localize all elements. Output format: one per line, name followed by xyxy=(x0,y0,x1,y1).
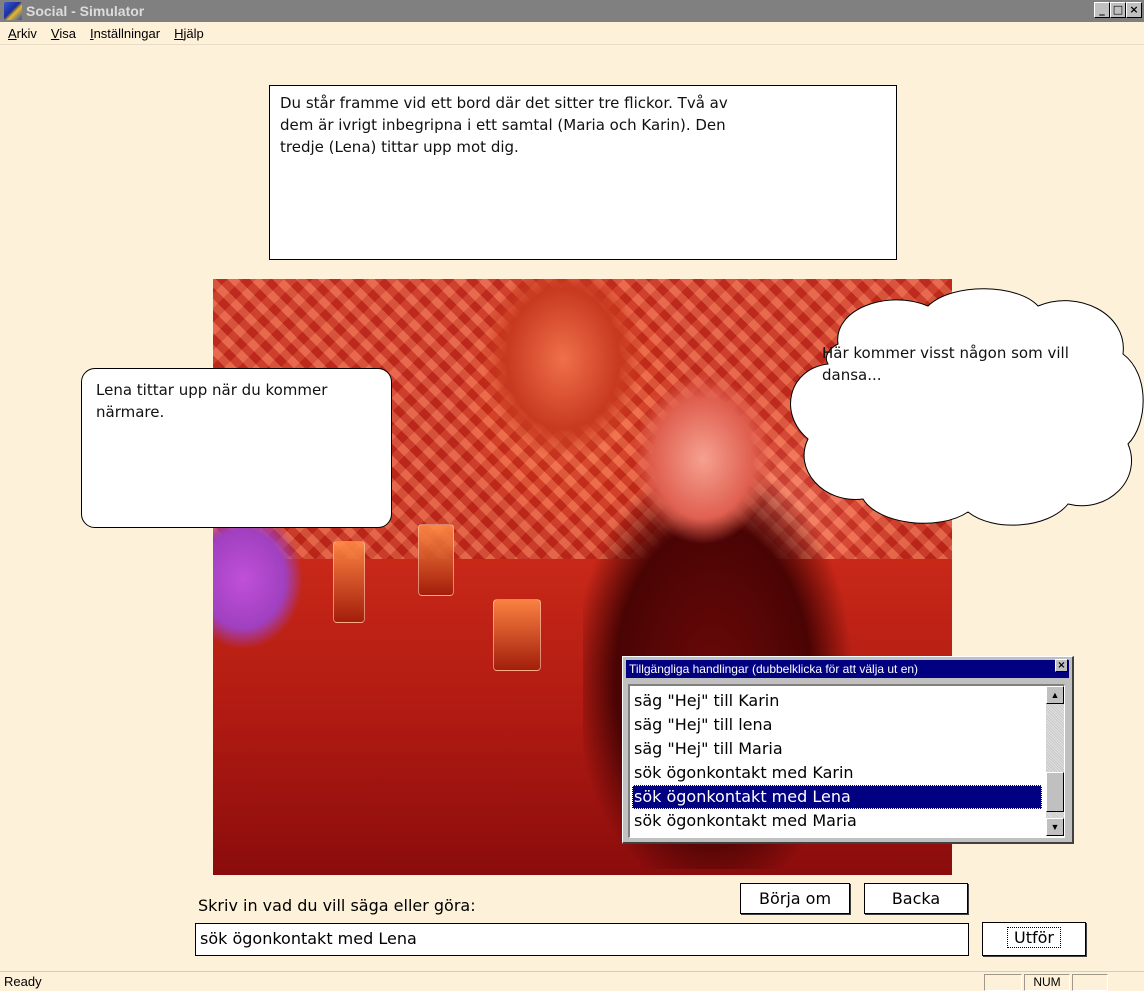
purple-sleeve xyxy=(213,519,303,669)
menu-arkiv[interactable]: Arkiv xyxy=(8,26,37,41)
action-item[interactable]: sök ögonkontakt med Maria xyxy=(632,809,1042,833)
narration-box: Du står framme vid ett bord där det sitt… xyxy=(269,85,897,260)
scroll-thumb[interactable] xyxy=(1046,772,1064,812)
scroll-up-icon[interactable]: ▲ xyxy=(1046,686,1064,704)
scroll-down-icon[interactable]: ▼ xyxy=(1046,818,1064,836)
thought-bubble: Här kommer visst någon som vill dansa... xyxy=(778,284,1144,529)
menu-bar: Arkiv Visa Inställningar Hjälp xyxy=(0,22,1144,45)
status-bar: Ready NUM xyxy=(0,971,1144,991)
maximize-button[interactable]: □ xyxy=(1110,2,1126,18)
glass-3 xyxy=(493,599,541,671)
actions-scrollbar[interactable]: ▲ ▼ xyxy=(1046,686,1064,836)
cloud-shape xyxy=(790,288,1144,526)
menu-installningar[interactable]: Inställningar xyxy=(90,26,160,41)
window-controls: _ □ × xyxy=(1094,2,1142,18)
status-pane-num: NUM xyxy=(1024,974,1070,991)
execute-label: Utför xyxy=(1007,927,1061,948)
action-item[interactable]: säg "Hej" till Karin xyxy=(632,689,1042,713)
command-input[interactable]: sök ögonkontakt med Lena xyxy=(195,923,969,956)
status-pane-caps xyxy=(984,974,1022,991)
actions-close-button[interactable]: × xyxy=(1055,659,1068,672)
action-item[interactable]: säg "Hej" till lena xyxy=(632,713,1042,737)
status-pane-scrl xyxy=(1072,974,1108,991)
close-button[interactable]: × xyxy=(1126,2,1142,18)
glass-2 xyxy=(333,541,365,623)
app-icon[interactable] xyxy=(4,2,22,20)
actions-title: Tillgängliga handlingar (dubbelklicka fö… xyxy=(626,660,1069,678)
menu-visa[interactable]: Visa xyxy=(51,26,76,41)
status-text: Ready xyxy=(4,974,42,989)
thought-text: Här kommer visst någon som vill dansa... xyxy=(822,344,1069,384)
back-button[interactable]: Backa xyxy=(864,883,968,914)
speech-bubble: Lena tittar upp när du kommer närmare. xyxy=(81,368,392,528)
action-item-selected[interactable]: sök ögonkontakt med Lena xyxy=(632,785,1042,809)
action-item[interactable]: säg "Hej" till Maria xyxy=(632,737,1042,761)
actions-window: Tillgängliga handlingar (dubbelklicka fö… xyxy=(622,656,1074,844)
execute-button[interactable]: Utför xyxy=(982,922,1086,956)
restart-button[interactable]: Börja om xyxy=(740,883,850,914)
menu-hjalp[interactable]: Hjälp xyxy=(174,26,204,41)
title-bar: Social - Simulator _ □ × xyxy=(0,0,1144,22)
window-title: Social - Simulator xyxy=(26,3,145,19)
glass-1 xyxy=(418,524,454,596)
prompt-label: Skriv in vad du vill säga eller göra: xyxy=(198,896,476,915)
minimize-button[interactable]: _ xyxy=(1094,2,1110,18)
actions-list[interactable]: säg "Hej" till Karin säg "Hej" till lena… xyxy=(628,684,1065,838)
action-item[interactable]: sök ögonkontakt med Karin xyxy=(632,761,1042,785)
